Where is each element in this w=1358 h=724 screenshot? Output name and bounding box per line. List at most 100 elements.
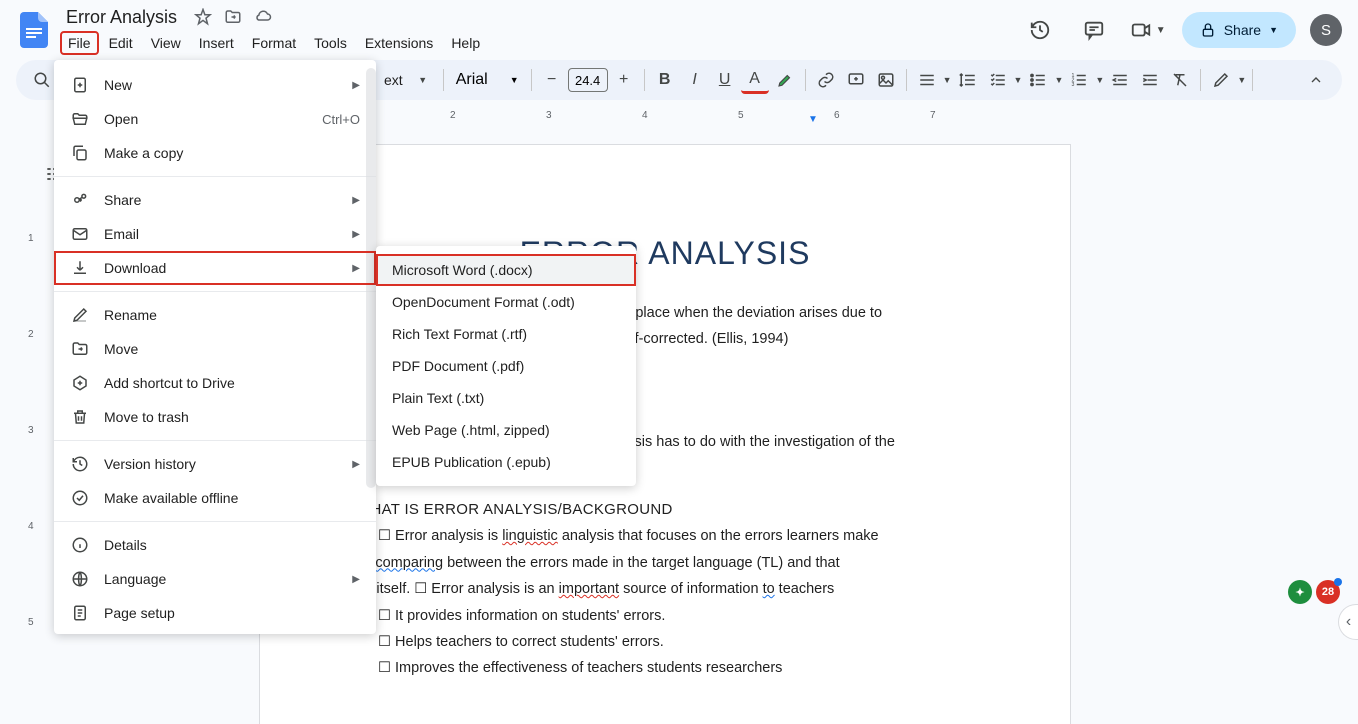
collapse-toolbar-button[interactable] — [1302, 66, 1330, 94]
numbered-list-button[interactable]: 123 — [1065, 66, 1093, 94]
menubar-edit[interactable]: Edit — [101, 31, 141, 55]
side-panel-toggle[interactable]: ‹ — [1338, 604, 1358, 640]
bullet-item: ☐ It provides information on students' e… — [356, 605, 974, 627]
meet-button[interactable]: ▼ — [1128, 10, 1168, 50]
menubar-insert[interactable]: Insert — [191, 31, 242, 55]
menu-label: Rename — [104, 307, 360, 323]
search-icon[interactable] — [28, 66, 56, 94]
decrease-font-size[interactable]: − — [538, 66, 566, 94]
download-option[interactable]: OpenDocument Format (.odt) — [376, 286, 636, 318]
document-title[interactable]: Error Analysis — [60, 5, 183, 30]
menu-item-version-history[interactable]: Version history▶ — [54, 447, 376, 481]
menu-label: Make available offline — [104, 490, 360, 506]
bullet-list-button[interactable] — [1024, 66, 1052, 94]
submenu-arrow-icon: ▶ — [352, 229, 360, 240]
bullet-item: by comparing between the errors made in … — [356, 552, 974, 574]
download-option[interactable]: Plain Text (.txt) — [376, 382, 636, 414]
indent-increase-button[interactable] — [1136, 66, 1164, 94]
menu-item-download[interactable]: Download▶ — [54, 251, 376, 285]
comment-button[interactable] — [842, 66, 870, 94]
menubar-view[interactable]: View — [143, 31, 189, 55]
download-option[interactable]: Web Page (.html, zipped) — [376, 414, 636, 446]
menu-item-details[interactable]: Details — [54, 528, 376, 562]
share-button[interactable]: Share ▼ — [1182, 12, 1296, 48]
menu-item-move-to-trash[interactable]: Move to trash — [54, 400, 376, 434]
underline-button[interactable]: U — [711, 66, 739, 94]
download-option[interactable]: PDF Document (.pdf) — [376, 350, 636, 382]
menu-label: Language — [104, 571, 338, 587]
download-option[interactable]: Rich Text Format (.rtf) — [376, 318, 636, 350]
comments-icon[interactable] — [1074, 10, 1114, 50]
clear-format-button[interactable] — [1166, 66, 1194, 94]
menubar-format[interactable]: Format — [244, 31, 304, 55]
language-icon — [70, 569, 90, 589]
increase-font-size[interactable]: + — [610, 66, 638, 94]
text-color-button[interactable]: A — [741, 66, 769, 94]
menu-label: New — [104, 77, 338, 93]
menu-item-rename[interactable]: Rename — [54, 298, 376, 332]
vertical-ruler[interactable]: 12345 — [14, 145, 46, 645]
menu-item-new[interactable]: New▶ — [54, 68, 376, 102]
menubar-help[interactable]: Help — [443, 31, 488, 55]
menu-label: Move to trash — [104, 409, 360, 425]
italic-button[interactable]: I — [681, 66, 709, 94]
menubar-file[interactable]: File — [60, 31, 99, 55]
image-button[interactable] — [872, 66, 900, 94]
indent-decrease-button[interactable] — [1106, 66, 1134, 94]
download-icon — [70, 258, 90, 278]
bullet-item: ☐ Improves the effectiveness of teachers… — [356, 657, 974, 679]
edit-mode-button[interactable] — [1207, 66, 1235, 94]
bullet-item: TL itself. ☐ Error analysis is an import… — [356, 578, 974, 600]
font-size-input[interactable]: 24.4 — [568, 68, 608, 92]
chevron-down-icon[interactable]: ▼ — [1014, 75, 1023, 85]
menu-item-add-shortcut-to-drive[interactable]: Add shortcut to Drive — [54, 366, 376, 400]
download-option[interactable]: EPUB Publication (.epub) — [376, 446, 636, 478]
chevron-down-icon: ▼ — [1269, 25, 1278, 35]
menu-item-page-setup[interactable]: Page setup — [54, 596, 376, 630]
highlight-button[interactable] — [771, 66, 799, 94]
download-option[interactable]: Microsoft Word (.docx) — [376, 254, 636, 286]
submenu-arrow-icon: ▶ — [352, 459, 360, 470]
avatar[interactable]: S — [1310, 14, 1342, 46]
chevron-down-icon[interactable]: ▼ — [409, 66, 437, 94]
menu-item-print[interactable]: PrintCtrl+P — [54, 630, 376, 634]
star-icon[interactable] — [193, 7, 213, 27]
menu-item-make-a-copy[interactable]: Make a copy — [54, 136, 376, 170]
move-icon — [70, 339, 90, 359]
menubar-tools[interactable]: Tools — [306, 31, 355, 55]
menu-item-share[interactable]: Share▶ — [54, 183, 376, 217]
email-icon — [70, 224, 90, 244]
style-select[interactable]: ext — [380, 72, 407, 88]
checklist-button[interactable] — [984, 66, 1012, 94]
chevron-down-icon[interactable]: ▼ — [1237, 75, 1246, 85]
menu-item-email[interactable]: Email▶ — [54, 217, 376, 251]
history-icon[interactable] — [1020, 10, 1060, 50]
menubar-extensions[interactable]: Extensions — [357, 31, 441, 55]
cloud-status-icon[interactable] — [253, 7, 273, 27]
ruler-right-indent[interactable]: ▼ — [808, 114, 818, 125]
open-icon — [70, 109, 90, 129]
docs-logo[interactable] — [16, 12, 52, 48]
align-button[interactable] — [913, 66, 941, 94]
menu-item-open[interactable]: OpenCtrl+O — [54, 102, 376, 136]
submenu-arrow-icon: ▶ — [352, 574, 360, 585]
menu-item-language[interactable]: Language ▶ — [54, 562, 376, 596]
link-button[interactable] — [812, 66, 840, 94]
download-submenu: Microsoft Word (.docx)OpenDocument Forma… — [376, 246, 636, 486]
chevron-down-icon[interactable]: ▼ — [1095, 75, 1104, 85]
explore-badges[interactable]: ✦ 28 — [1288, 580, 1340, 604]
svg-text:3: 3 — [1072, 82, 1075, 88]
menu-item-make-available-offline[interactable]: Make available offline — [54, 481, 376, 515]
chevron-down-icon[interactable]: ▼ — [1054, 75, 1063, 85]
menu-label: Details — [104, 537, 360, 553]
menu-label: Download — [104, 260, 338, 276]
line-spacing-button[interactable] — [954, 66, 982, 94]
font-select[interactable]: Arial ▼ — [450, 71, 525, 89]
menu-item-move[interactable]: Move — [54, 332, 376, 366]
offline-icon — [70, 488, 90, 508]
bold-button[interactable]: B — [651, 66, 679, 94]
move-folder-icon[interactable] — [223, 7, 243, 27]
chevron-down-icon[interactable]: ▼ — [943, 75, 952, 85]
menu-label: Open — [104, 111, 308, 127]
pagesetup-icon — [70, 603, 90, 623]
